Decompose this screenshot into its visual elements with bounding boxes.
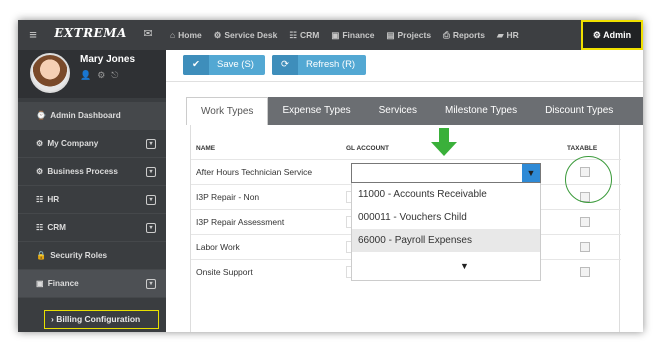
- scroll-down-icon[interactable]: ▼: [460, 261, 469, 271]
- nav-crm[interactable]: ☷ CRM: [283, 20, 325, 50]
- sidebar-item-crm[interactable]: ☷ CRM ▾: [18, 214, 166, 242]
- nav-home-label: Home: [178, 30, 202, 40]
- expand-icon[interactable]: ▾: [146, 279, 156, 289]
- save-button-label: Save (S): [217, 59, 254, 70]
- nav-projects[interactable]: ▤ Projects: [380, 20, 437, 50]
- finance-icon: ▣: [36, 279, 44, 288]
- nav-reports-label: Reports: [452, 30, 485, 40]
- refresh-button-label: Refresh (R): [306, 59, 356, 70]
- gl-option[interactable]: 000011 - Vouchers Child: [352, 206, 540, 229]
- nav-crm-label: CRM: [299, 30, 320, 40]
- sidebar-menu: ⌚ Admin Dashboard ⚙ My Company ▾ ⚙ Business …: [18, 102, 166, 298]
- row-name: After Hours Technician Service: [196, 167, 313, 177]
- sidebar-item-finance[interactable]: ▣ Finance ▾: [18, 270, 166, 298]
- tab-work-types[interactable]: Work Types: [186, 97, 269, 125]
- crm-icon: ☷: [289, 30, 297, 40]
- expand-icon[interactable]: ▾: [146, 195, 156, 205]
- column-header-taxable: TAXABLE: [567, 145, 598, 152]
- nav-finance-label: Finance: [342, 30, 375, 40]
- gl-option[interactable]: 11000 - Accounts Receivable: [352, 183, 540, 206]
- sidebar: Mary Jones 👤⚙⎋ ⌚ Admin Dashboard ⚙ My Comp…: [18, 50, 166, 332]
- tab-milestone-types[interactable]: Milestone Types: [431, 97, 531, 125]
- reports-icon: ⎙: [443, 30, 450, 40]
- sidebar-item-label: Admin Dashboard: [50, 111, 121, 120]
- profile-actions-icons[interactable]: 👤⚙⎋: [80, 70, 124, 81]
- nav-projects-label: Projects: [397, 30, 432, 40]
- column-header-name: NAME: [196, 145, 216, 152]
- mail-icon[interactable]: ✉: [133, 20, 163, 50]
- finance-icon: ▣: [331, 30, 340, 40]
- sidebar-item-admin-dashboard[interactable]: ⌚ Admin Dashboard: [18, 102, 166, 130]
- sidebar-item-label: HR: [47, 195, 60, 204]
- gear-icon: ⚙: [36, 167, 44, 176]
- app-window: ≡ EXTREMA ✉ ⌂ Home ⚙ Service Desk ☷ CRM ▣ Fi…: [18, 20, 643, 332]
- check-icon: ✔: [183, 55, 209, 75]
- refresh-icon: ⟳: [272, 55, 298, 75]
- frame: ≡ EXTREMA ✉ ⌂ Home ⚙ Service Desk ☷ CRM ▣ Fi…: [0, 0, 663, 350]
- tab-services[interactable]: Services: [365, 97, 431, 125]
- nav-service-desk-label: Service Desk: [224, 30, 278, 40]
- app-logo: EXTREMA: [54, 26, 127, 40]
- save-button[interactable]: ✔ Save (S): [183, 55, 265, 75]
- gear-icon: ⚙: [592, 30, 601, 40]
- home-icon: ⌂: [170, 30, 176, 40]
- taxable-checkbox[interactable]: [580, 242, 590, 252]
- row-name: I3P Repair - Non: [196, 192, 260, 202]
- tab-discount-types[interactable]: Discount Types: [531, 97, 627, 125]
- dashboard-icon: ⌚: [36, 111, 47, 120]
- lock-icon: 🔒: [36, 251, 47, 260]
- chevron-down-icon[interactable]: ▼: [522, 164, 540, 182]
- nav-reports[interactable]: ⎙ Reports: [437, 20, 491, 50]
- sidebar-item-my-company[interactable]: ⚙ My Company ▾: [18, 130, 166, 158]
- expand-icon[interactable]: ▾: [146, 223, 156, 233]
- tab-expense-types[interactable]: Expense Types: [268, 97, 364, 125]
- sidebar-item-business-process[interactable]: ⚙ Business Process ▾: [18, 158, 166, 186]
- users-icon: ☷: [36, 223, 44, 232]
- gl-account-dropdown: 11000 - Accounts Receivable 000011 - Vou…: [351, 183, 541, 281]
- user-profile: Mary Jones 👤⚙⎋: [18, 50, 166, 98]
- nav-hr-label: HR: [506, 30, 519, 40]
- toolbar: ✔ Save (S) ⟳ Refresh (R): [166, 50, 643, 82]
- nav-hr[interactable]: ▰ HR: [491, 20, 525, 50]
- nav-admin-label: Admin: [603, 30, 632, 40]
- avatar[interactable]: [30, 53, 70, 93]
- gl-option[interactable]: 66000 - Payroll Expenses: [352, 229, 540, 252]
- annotation-circle: [565, 156, 612, 203]
- users-icon: ☷: [36, 195, 44, 204]
- refresh-button[interactable]: ⟳ Refresh (R): [272, 55, 366, 75]
- nav-admin[interactable]: ⚙ Admin: [581, 20, 643, 50]
- sidebar-subitem-billing-configuration[interactable]: › Billing Configuration: [44, 310, 159, 329]
- sidebar-item-label: Business Process: [47, 167, 118, 176]
- taxable-checkbox[interactable]: [580, 217, 590, 227]
- row-name: Onsite Support: [196, 267, 253, 277]
- table-header: NAME GL ACCOUNT TAXABLE: [191, 125, 621, 159]
- row-name: Labor Work: [196, 242, 240, 252]
- hamburger-icon[interactable]: ≡: [18, 20, 48, 50]
- gear-icon: ⚙: [36, 139, 44, 148]
- gl-account-select[interactable]: ▼: [351, 163, 541, 183]
- user-name: Mary Jones: [80, 54, 136, 65]
- nav-service-desk[interactable]: ⚙ Service Desk: [208, 20, 284, 50]
- hr-icon: ▰: [496, 30, 504, 40]
- expand-icon[interactable]: ▾: [146, 167, 156, 177]
- sidebar-item-hr[interactable]: ☷ HR ▾: [18, 186, 166, 214]
- taxable-checkbox[interactable]: [580, 267, 590, 277]
- sidebar-item-label: CRM: [47, 223, 66, 232]
- sidebar-item-label: My Company: [47, 139, 99, 148]
- service-desk-icon: ⚙: [213, 30, 222, 40]
- sidebar-item-label: Finance: [47, 279, 79, 288]
- projects-icon: ▤: [386, 30, 395, 40]
- annotation-arrow-icon: [431, 128, 457, 158]
- nav-finance[interactable]: ▣ Finance: [325, 20, 380, 50]
- tab-bar: Work Types Expense Types Services Milest…: [186, 97, 643, 125]
- expand-icon[interactable]: ▾: [146, 139, 156, 149]
- top-navbar: ≡ EXTREMA ✉ ⌂ Home ⚙ Service Desk ☷ CRM ▣ Fi…: [18, 20, 643, 50]
- column-header-gl-account: GL ACCOUNT: [346, 145, 389, 152]
- sidebar-item-security-roles[interactable]: 🔒 Security Roles: [18, 242, 166, 270]
- sidebar-item-label: Security Roles: [50, 251, 108, 260]
- main-nav: ⌂ Home ⚙ Service Desk ☷ CRM ▣ Finance ▤ Proje…: [164, 20, 525, 50]
- nav-home[interactable]: ⌂ Home: [164, 20, 208, 50]
- row-name: I3P Repair Assessment: [196, 217, 285, 227]
